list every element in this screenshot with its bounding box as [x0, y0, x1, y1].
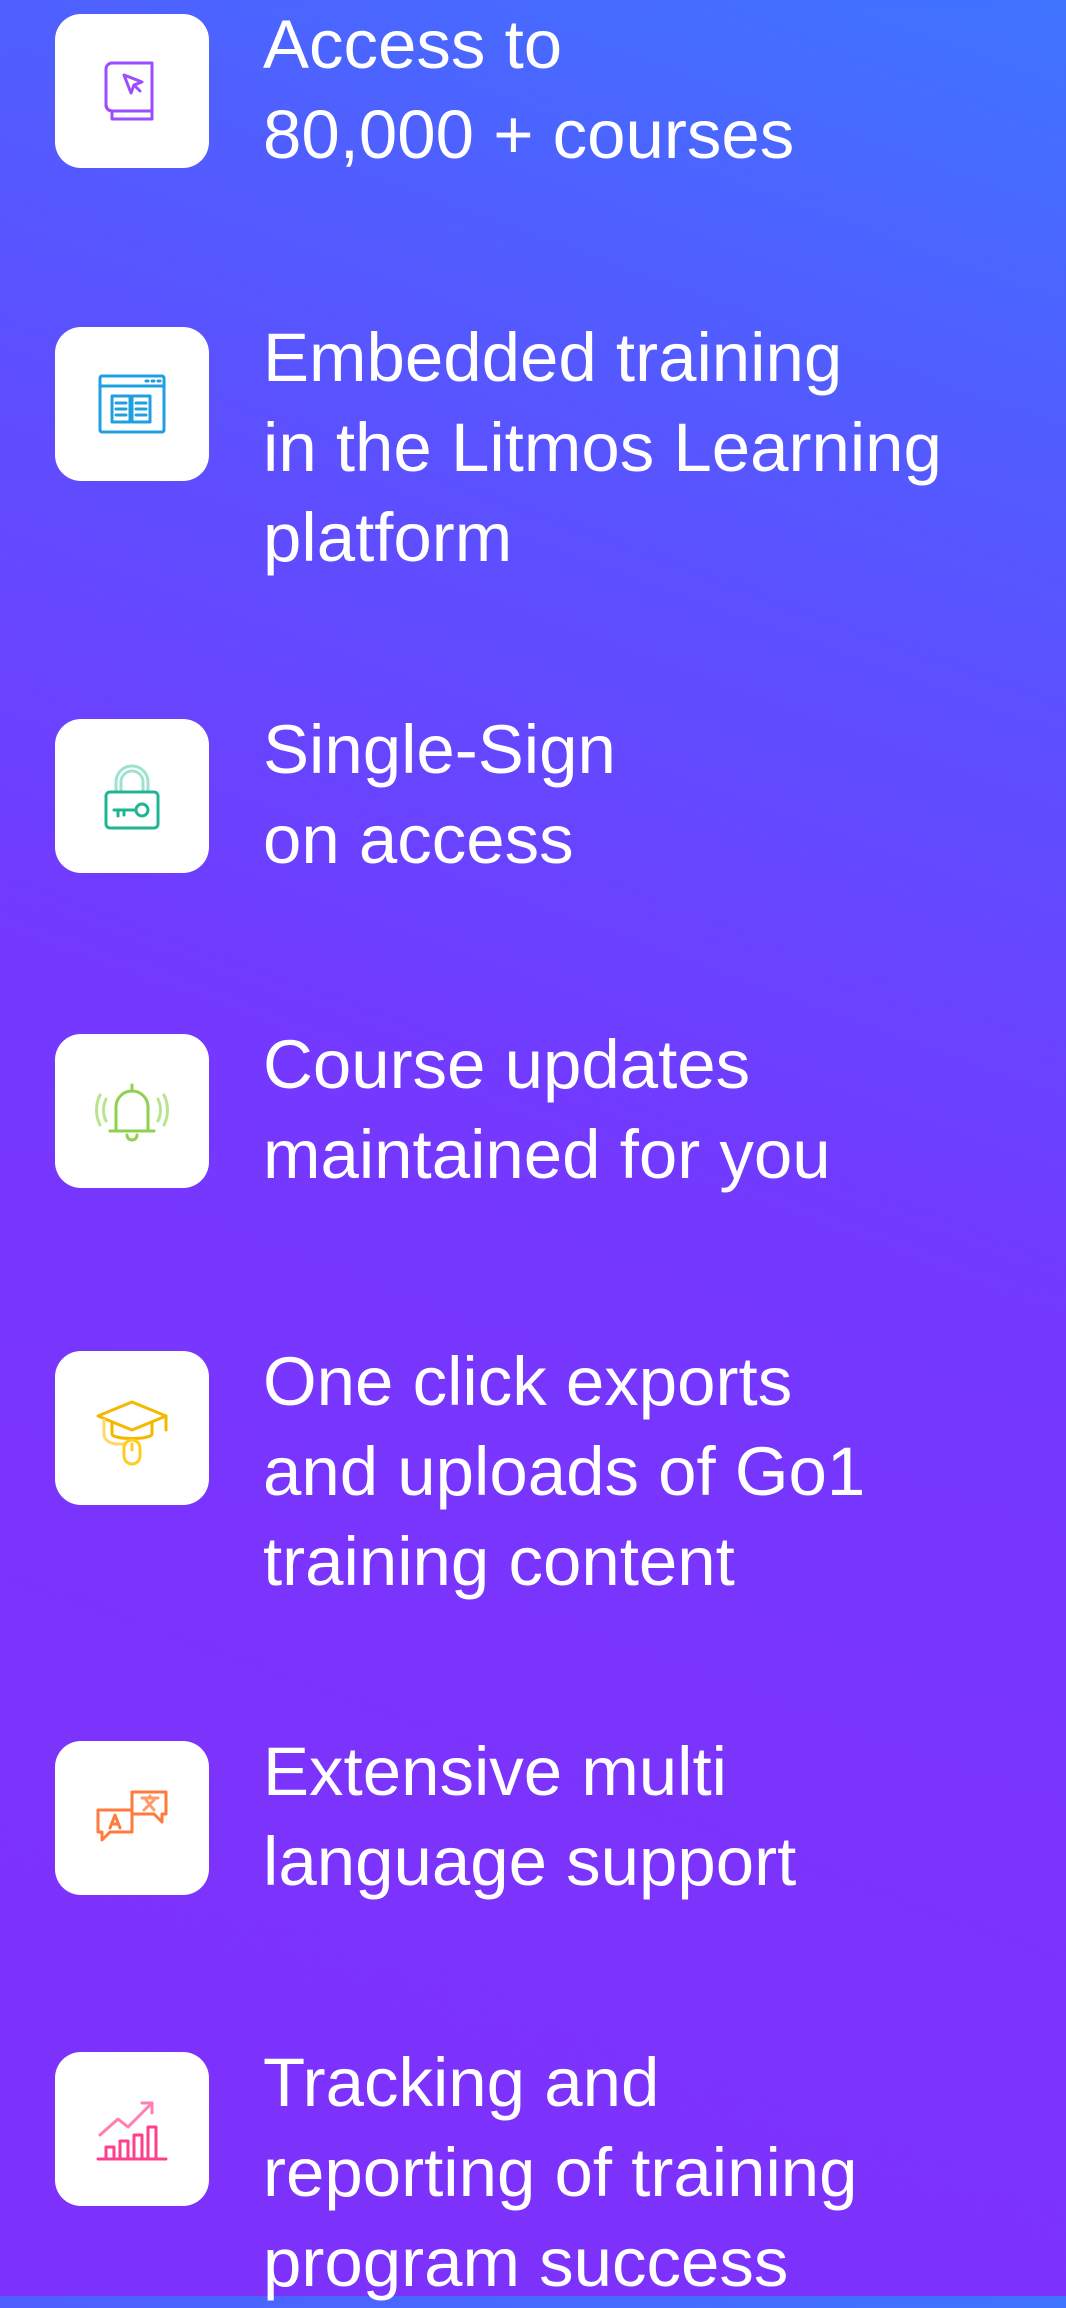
icon-tile: [55, 327, 209, 481]
translate-bubbles-icon: [96, 1790, 168, 1842]
icon-tile: [55, 1741, 209, 1895]
graduation-mouse-icon: [96, 1400, 168, 1466]
feature-line: maintained for you: [263, 1116, 831, 1193]
feature-text: Tracking and reporting of training progr…: [263, 2038, 1053, 2308]
feature-text: Extensive multi language support: [263, 1727, 1053, 1907]
feature-line: on access: [263, 801, 574, 878]
browser-book-icon: [98, 374, 166, 434]
icon-tile: [55, 2052, 209, 2206]
feature-list: Access to 80,000 + courses Embedded trai…: [0, 0, 1066, 2301]
feature-line: and uploads of Go1: [263, 1433, 866, 1510]
feature-text: One click exports and uploads of Go1 tra…: [263, 1337, 1053, 1607]
feature-line: Embedded training: [263, 319, 843, 396]
feature-text: Single-Sign on access: [263, 705, 1053, 885]
feature-text: Course updates maintained for you: [263, 1020, 1053, 1200]
feature-text: Access to 80,000 + courses: [263, 0, 1053, 180]
feature-line: language support: [263, 1823, 797, 1900]
feature-line: training content: [263, 1523, 735, 1600]
book-cursor-icon: [104, 61, 154, 121]
feature-line: 80,000 + courses: [263, 96, 795, 173]
bell-icon: [95, 1083, 169, 1142]
icon-tile: [55, 1351, 209, 1505]
feature-line: Extensive multi: [263, 1733, 727, 1810]
lock-key-icon: [104, 764, 160, 830]
feature-line: platform: [263, 499, 513, 576]
feature-text: Embedded training in the Litmos Learning…: [263, 313, 1053, 583]
feature-line: in the Litmos Learning: [263, 409, 942, 486]
growth-chart-icon: [96, 2101, 168, 2161]
feature-line: Tracking and: [263, 2044, 660, 2121]
feature-line: program success: [263, 2224, 789, 2301]
feature-line: reporting of training: [263, 2134, 858, 2211]
feature-line: Course updates: [263, 1026, 751, 1103]
feature-line: Single-Sign: [263, 711, 616, 788]
feature-line: Access to: [263, 6, 563, 83]
icon-tile: [55, 14, 209, 168]
icon-tile: [55, 1034, 209, 1188]
feature-line: One click exports: [263, 1343, 793, 1420]
icon-tile: [55, 719, 209, 873]
